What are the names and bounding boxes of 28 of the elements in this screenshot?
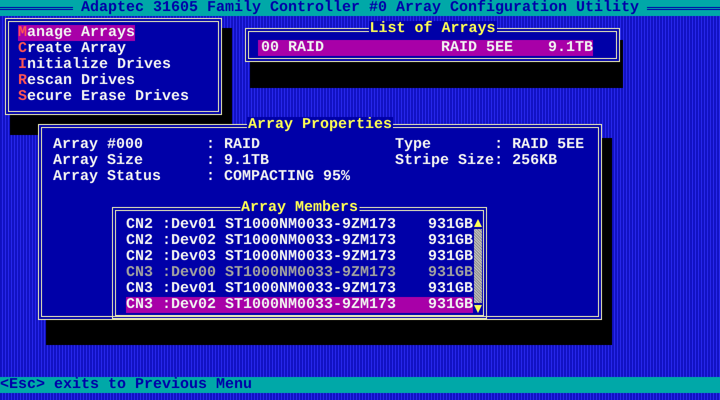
property-label: Type <box>395 137 432 153</box>
menu-item[interactable]: Create Array <box>18 41 126 57</box>
member-row[interactable]: CN2 :Dev01 ST1000NM0033-9ZM173 931GB <box>126 217 473 233</box>
menu-item[interactable]: Manage Arrays <box>18 25 136 41</box>
property-value: : COMPACTING 95% <box>206 169 350 185</box>
window-title: Array Properties <box>246 117 394 132</box>
property-label: Stripe Size <box>395 153 494 169</box>
property-label: Array Size <box>53 153 144 169</box>
property-label: Array Status <box>53 169 162 185</box>
property-label: Array #000 <box>53 137 144 153</box>
property-value: : RAID 5EE <box>494 137 584 153</box>
array-row[interactable]: 00 RAID RAID 5EE 9.1TB <box>258 40 593 56</box>
menu-item[interactable]: Secure Erase Drives <box>18 89 190 105</box>
property-value: : 9.1TB <box>206 153 270 169</box>
menu-item[interactable]: Initialize Drives <box>18 57 172 73</box>
property-value: : 256KB <box>494 153 558 169</box>
member-row[interactable]: CN2 :Dev02 ST1000NM0033-9ZM173 931GB <box>126 233 473 249</box>
window-title: List of Arrays <box>368 21 497 36</box>
member-row[interactable]: CN3 :Dev01 ST1000NM0033-9ZM173 931GB <box>126 281 473 297</box>
title-text: Adaptec 31605 Family Controller #0 Array Configuration Utility <box>80 0 640 16</box>
scroll-up-icon[interactable] <box>473 217 483 229</box>
property-value: : RAID <box>206 137 262 153</box>
menu-item[interactable]: Rescan Drives <box>18 73 136 89</box>
member-row[interactable]: CN2 :Dev03 ST1000NM0033-9ZM173 931GB <box>126 249 473 265</box>
window-title: Array Members <box>240 200 360 215</box>
scrollbar-track[interactable] <box>474 229 482 303</box>
member-row[interactable]: CN3 :Dev02 ST1000NM0033-9ZM173 931GB <box>126 297 473 313</box>
status-bar: <Esc> exits to Previous Menu <box>0 377 720 393</box>
